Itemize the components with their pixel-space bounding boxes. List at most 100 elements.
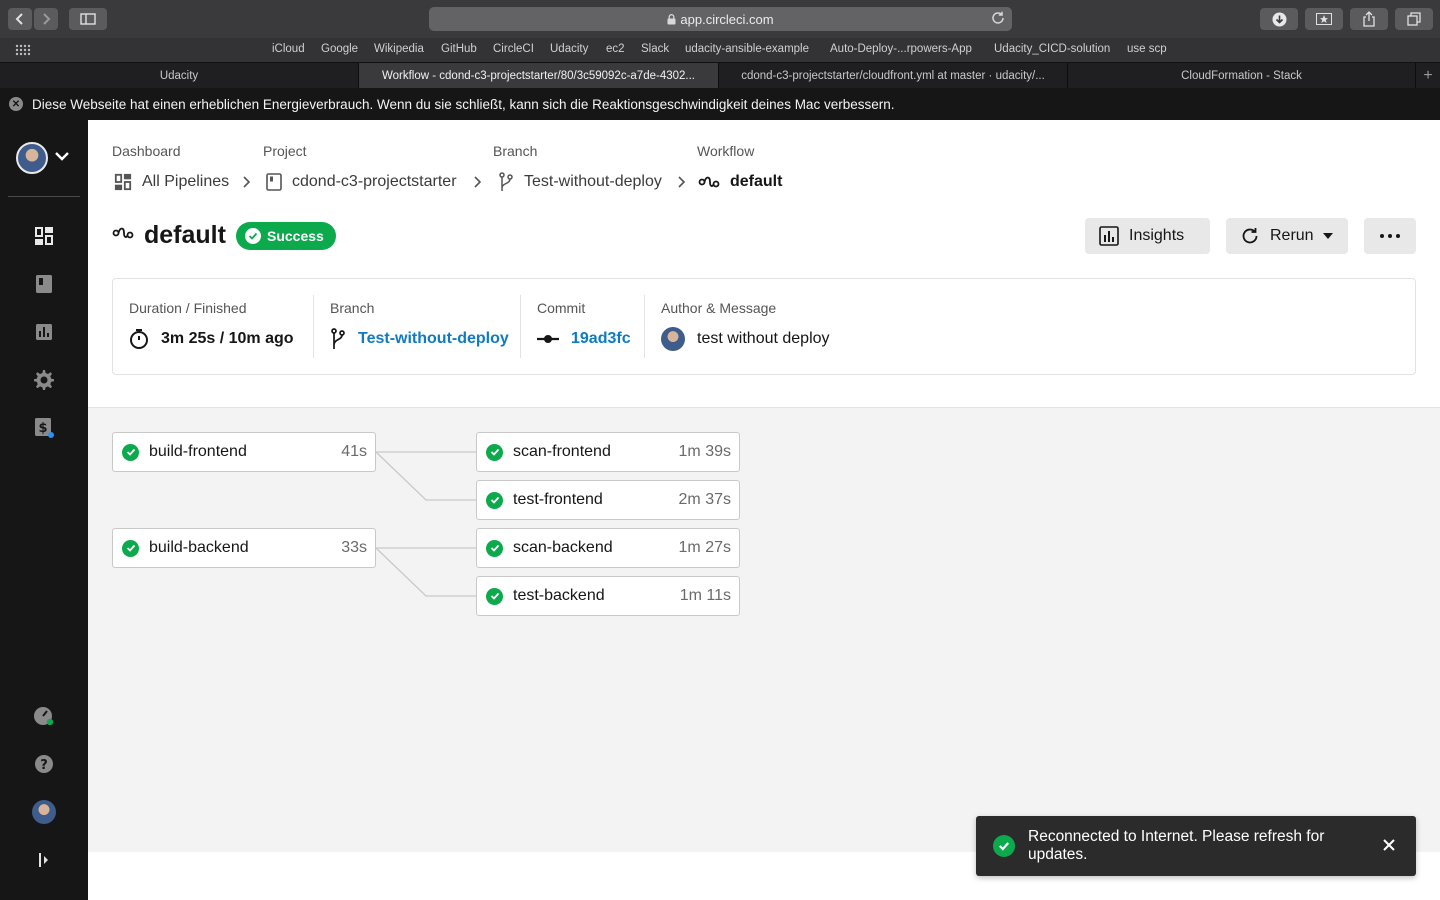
job-scan-backend[interactable]: scan-backend 1m 27s <box>476 528 740 568</box>
sidebar-item-insights[interactable] <box>32 320 56 344</box>
grid-apps-icon[interactable] <box>15 44 31 56</box>
address-bar[interactable]: app.circleci.com <box>429 7 1012 31</box>
crumb-branch[interactable]: Test-without-deploy <box>498 171 662 193</box>
bar-chart-icon <box>36 324 52 340</box>
share-button[interactable] <box>1350 8 1388 30</box>
check-circle-icon <box>993 835 1015 857</box>
favorite-link[interactable]: CircleCI <box>493 43 534 55</box>
download-icon <box>1272 12 1286 26</box>
avatar[interactable] <box>16 142 48 174</box>
job-test-frontend[interactable]: test-frontend 2m 37s <box>476 480 740 520</box>
branch-link[interactable]: Test-without-deploy <box>358 330 509 348</box>
favorite-link[interactable]: Wikipedia <box>374 43 424 55</box>
job-duration: 1m 27s <box>678 539 731 556</box>
favorite-link[interactable]: Slack <box>641 43 669 55</box>
rerun-button[interactable]: Rerun <box>1226 218 1348 254</box>
browser-tab[interactable]: CloudFormation - Stack <box>1068 63 1416 88</box>
avatar <box>661 327 685 351</box>
svg-text:$: $ <box>38 421 47 436</box>
workflow-graph: build-frontend 41s scan-frontend 1m 39s … <box>88 407 1440 852</box>
commit-label: Commit <box>537 300 586 316</box>
sidebar-toggle-button[interactable] <box>69 8 107 30</box>
downloads-button[interactable] <box>1260 8 1298 30</box>
sidebar: $ ? <box>0 120 88 900</box>
chevron-right-icon <box>43 13 51 25</box>
browser-tab[interactable]: cdond-c3-projectstarter/cloudfront.yml a… <box>719 63 1068 88</box>
sidebar-item-settings[interactable] <box>32 368 56 392</box>
favorite-link[interactable]: iCloud <box>272 43 305 55</box>
expand-sidebar-icon <box>39 853 48 867</box>
caret-down-icon <box>1322 233 1333 239</box>
favorite-link[interactable]: ec2 <box>606 43 625 55</box>
bookmark-button[interactable] <box>1305 8 1343 30</box>
author-value-row: test without deploy <box>661 327 830 351</box>
chevron-right-icon <box>243 176 251 188</box>
close-icon[interactable]: ✕ <box>9 97 23 111</box>
favorite-link[interactable]: Udacity_CICD-solution <box>994 43 1110 55</box>
close-icon[interactable] <box>1382 838 1396 852</box>
avatar <box>32 800 56 824</box>
job-scan-frontend[interactable]: scan-frontend 1m 39s <box>476 432 740 472</box>
page-title: default <box>144 221 226 249</box>
back-button[interactable] <box>8 8 32 30</box>
crumb-all-pipelines[interactable]: All Pipelines <box>114 171 229 193</box>
sidebar-item-expand[interactable] <box>32 848 56 872</box>
check-circle-icon <box>486 491 503 509</box>
crumb-label-workflow: Workflow <box>697 143 755 159</box>
sidebar-item-dashboard[interactable] <box>32 224 56 248</box>
check-circle-icon <box>122 443 139 461</box>
favorite-link[interactable]: use scp <box>1127 43 1167 55</box>
chevron-down-icon[interactable] <box>54 150 70 162</box>
sidebar-item-status[interactable] <box>32 704 56 728</box>
favorites-bar: iCloud Google Wikipedia GitHub CircleCI … <box>0 38 1440 62</box>
crumb-workflow[interactable]: default <box>698 171 782 193</box>
job-build-backend[interactable]: build-backend 33s <box>112 528 376 568</box>
workflow-summary-card: Duration / Finished 3m 25s / 10m ago Bra… <box>112 278 1416 375</box>
browser-tab[interactable]: Udacity <box>0 63 359 88</box>
favorite-link[interactable]: Google <box>321 43 358 55</box>
commit-link[interactable]: 19ad3fc <box>571 330 631 348</box>
sidebar-item-help[interactable]: ? <box>32 752 56 776</box>
more-actions-button[interactable] <box>1364 218 1416 254</box>
favorite-link[interactable]: GitHub <box>441 43 477 55</box>
sidebar-item-projects[interactable] <box>32 272 56 296</box>
tabs-overview-button[interactable] <box>1395 8 1433 30</box>
toast-message: Reconnected to Internet. Please refresh … <box>1028 828 1325 863</box>
tabs-icon <box>1407 12 1421 26</box>
forward-button[interactable] <box>34 8 58 30</box>
insights-button[interactable]: Insights <box>1085 218 1210 254</box>
book-icon <box>266 173 282 191</box>
connector-line <box>375 547 476 597</box>
branch-label: Branch <box>330 300 375 316</box>
favorite-link[interactable]: udacity-ansible-example <box>685 43 809 55</box>
connector-line <box>375 451 476 501</box>
commit-icon <box>537 335 559 343</box>
favorite-link[interactable]: Auto-Deploy-...rpowers-App <box>830 43 972 55</box>
job-build-frontend[interactable]: build-frontend 41s <box>112 432 376 472</box>
job-test-backend[interactable]: test-backend 1m 11s <box>476 576 740 616</box>
branch-value-row: Test-without-deploy <box>330 328 509 350</box>
browser-tab-active[interactable]: Workflow - cdond-c3-projectstarter/80/3c… <box>359 63 719 88</box>
browser-tab-bar: Udacity Workflow - cdond-c3-projectstart… <box>0 62 1440 88</box>
favorite-link[interactable]: Udacity <box>550 43 588 55</box>
sidebar-icon <box>80 13 96 25</box>
job-name: build-backend <box>149 539 249 556</box>
new-tab-button[interactable]: + <box>1416 63 1440 88</box>
gear-icon <box>34 370 54 390</box>
rerun-button-label: Rerun <box>1270 227 1314 244</box>
crumb-project[interactable]: cdond-c3-projectstarter <box>266 171 457 193</box>
branch-icon <box>499 172 513 191</box>
crumb-label-branch: Branch <box>493 143 538 159</box>
job-name: scan-frontend <box>513 443 611 460</box>
url-text: app.circleci.com <box>680 11 774 27</box>
job-duration: 2m 37s <box>678 491 731 508</box>
sidebar-divider <box>8 196 80 197</box>
check-circle-icon <box>486 443 503 461</box>
status-badge-text: Success <box>267 228 324 244</box>
reload-icon[interactable] <box>990 10 1006 26</box>
sidebar-item-plan[interactable]: $ <box>32 416 56 440</box>
chevron-right-icon <box>678 176 686 188</box>
commit-value-row: 19ad3fc <box>537 328 631 350</box>
chevron-right-icon <box>474 176 482 188</box>
sidebar-item-profile[interactable] <box>32 800 56 824</box>
